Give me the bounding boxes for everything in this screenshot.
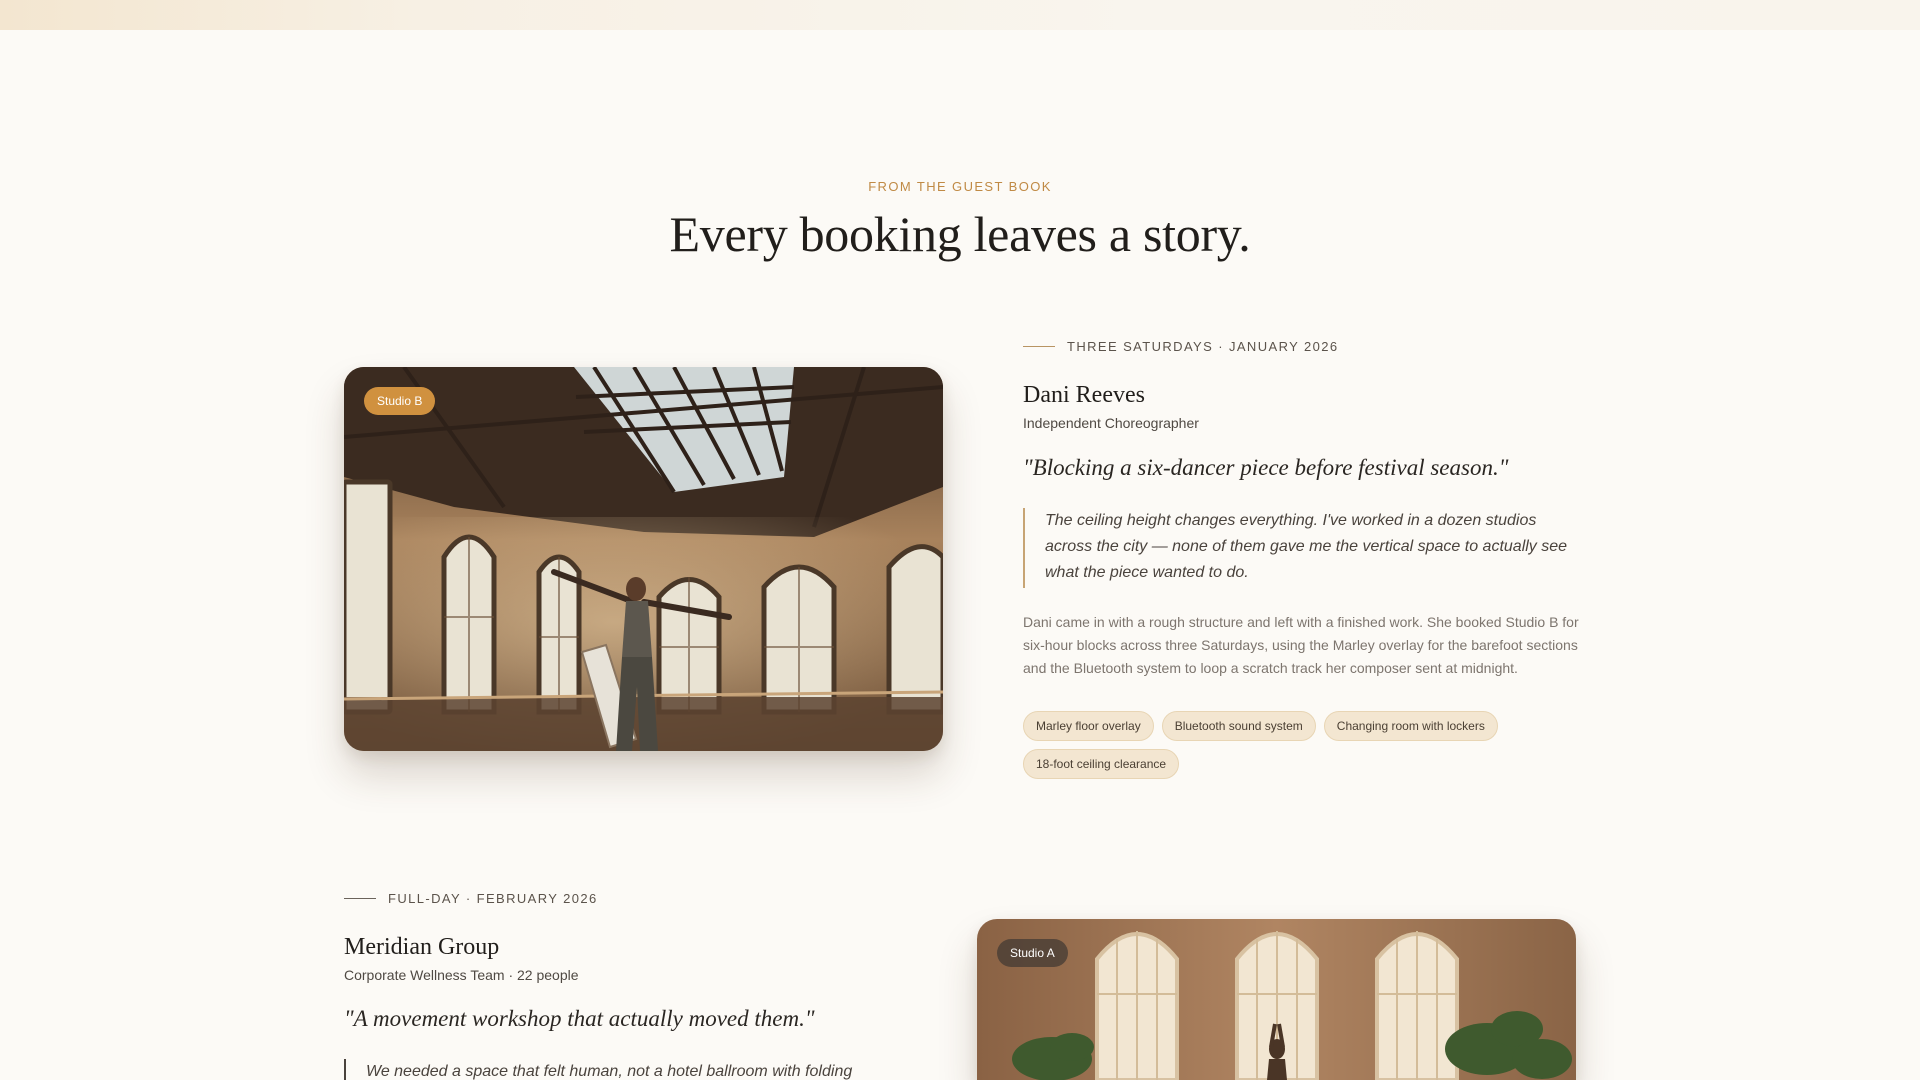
story-photo-dancer: Studio B bbox=[344, 367, 943, 751]
guest-quote: The ceiling height changes everything. I… bbox=[1023, 508, 1583, 588]
section-eyebrow: FROM THE GUEST BOOK bbox=[868, 179, 1052, 194]
studio-badge: Studio A bbox=[997, 939, 1068, 967]
pull-quote: "Blocking a six-dancer piece before fest… bbox=[1023, 455, 1509, 480]
story-meta-text: THREE SATURDAYS · JANUARY 2026 bbox=[1067, 339, 1339, 354]
story-meta-text: FULL-DAY · FEBRUARY 2026 bbox=[388, 891, 598, 906]
amenity-tag: Marley floor overlay bbox=[1023, 711, 1154, 741]
story-body: Dani came in with a rough structure and … bbox=[1023, 614, 1579, 676]
guest-role: Independent Choreographer bbox=[1023, 415, 1199, 431]
studio-badge: Studio B bbox=[364, 387, 436, 415]
amenity-tag: 18-foot ceiling clearance bbox=[1023, 749, 1180, 779]
story-photo-yoga: Studio A bbox=[977, 919, 1576, 1080]
loft-studio-illustration bbox=[344, 367, 943, 751]
top-banner-strip bbox=[0, 0, 1920, 30]
guest-quote: We needed a space that felt human, not a… bbox=[344, 1059, 904, 1080]
amenity-tags: Marley floor overlay Bluetooth sound sys… bbox=[1023, 711, 1543, 779]
story-meta: THREE SATURDAYS · JANUARY 2026 bbox=[1023, 339, 1339, 354]
meta-rule bbox=[344, 898, 376, 899]
guest-name: Meridian Group bbox=[344, 934, 500, 960]
amenity-tag: Changing room with lockers bbox=[1323, 711, 1498, 741]
story-meta: FULL-DAY · FEBRUARY 2026 bbox=[344, 891, 598, 906]
pull-quote: "A movement workshop that actually moved… bbox=[344, 1006, 815, 1031]
yoga-studio-illustration bbox=[977, 919, 1576, 1080]
meta-rule bbox=[1023, 346, 1055, 347]
section-headline: Every booking leaves a story. bbox=[669, 206, 1251, 262]
guest-role: Corporate Wellness Team · 22 people bbox=[344, 967, 579, 983]
guest-name: Dani Reeves bbox=[1023, 382, 1145, 408]
amenity-tag: Bluetooth sound system bbox=[1161, 711, 1316, 741]
